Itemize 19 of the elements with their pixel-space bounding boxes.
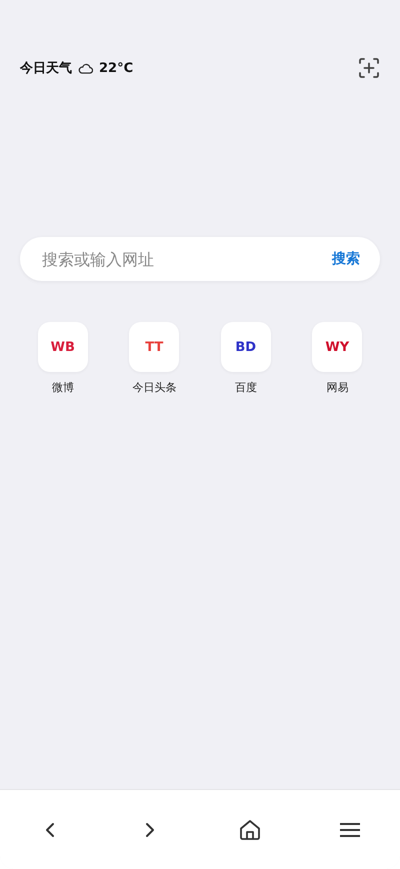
forward-icon[interactable] (145, 822, 155, 838)
shortcut-label: 微博 (52, 380, 74, 395)
back-icon[interactable] (45, 822, 55, 838)
shortcut-tile[interactable]: WY (312, 322, 362, 372)
cloud-icon (78, 62, 93, 74)
shortcut-tile[interactable]: TT (129, 322, 180, 372)
shortcut-label: 今日头条 (132, 380, 176, 395)
weather-label: 今日天气 (20, 60, 72, 77)
search-button[interactable]: 搜索 (332, 250, 360, 268)
home-icon[interactable] (239, 818, 261, 840)
shortcut-tile[interactable]: BD (220, 322, 271, 372)
shortcut-label: 网易 (326, 380, 348, 395)
scan-add-icon[interactable] (359, 58, 379, 78)
shortcut-tile[interactable]: WB (38, 322, 88, 372)
menu-icon[interactable] (339, 822, 361, 838)
search-field[interactable]: 搜索或输入网址 (40, 248, 332, 270)
search-bar[interactable]: 搜索或输入网址 搜索 (20, 237, 380, 281)
temperature: 22°C (99, 60, 134, 76)
shortcut-label: 百度 (234, 380, 257, 395)
